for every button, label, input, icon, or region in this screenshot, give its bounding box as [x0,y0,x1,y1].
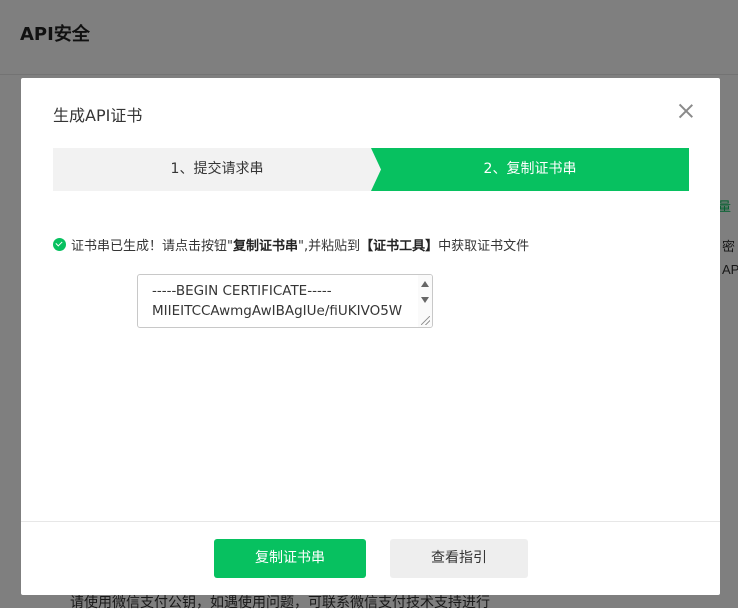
message-bold-copy: 复制证书串 [232,239,298,254]
dialog-title: 生成API证书 [53,106,143,125]
copy-certificate-button[interactable]: 复制证书串 [214,539,366,578]
step-submit-request: 1、提交请求串 [53,148,381,191]
resize-handle-icon[interactable] [421,316,430,325]
generate-api-cert-dialog: 生成API证书 1、提交请求串 2、复制证书串 证书串已生成！请点击按钮" 复制证… [21,78,720,595]
step-indicator: 1、提交请求串 2、复制证书串 [53,148,689,191]
success-check-icon [53,238,66,251]
message-part2: ",并粘贴到 [298,239,361,254]
close-icon[interactable] [677,102,695,120]
scroll-up-icon[interactable] [421,281,429,287]
certificate-textarea[interactable]: -----BEGIN CERTIFICATE----- MIIEITCCAwmg… [137,274,433,328]
footer-divider [21,521,720,522]
certificate-text: -----BEGIN CERTIFICATE----- MIIEITCCAwmg… [152,283,403,319]
scroll-down-icon[interactable] [421,297,429,303]
message-part3: 中获取证书文件 [438,239,530,254]
step-copy-certificate: 2、复制证书串 [371,148,689,191]
success-message: 证书串已生成！请点击按钮" 复制证书串 ",并粘贴到 【证书工具】 中获取证书文件 [53,235,529,254]
message-part1: 证书串已生成！请点击按钮" [71,239,233,254]
message-bold-tool: 【证书工具】 [360,239,439,254]
view-guide-button[interactable]: 查看指引 [390,539,528,578]
